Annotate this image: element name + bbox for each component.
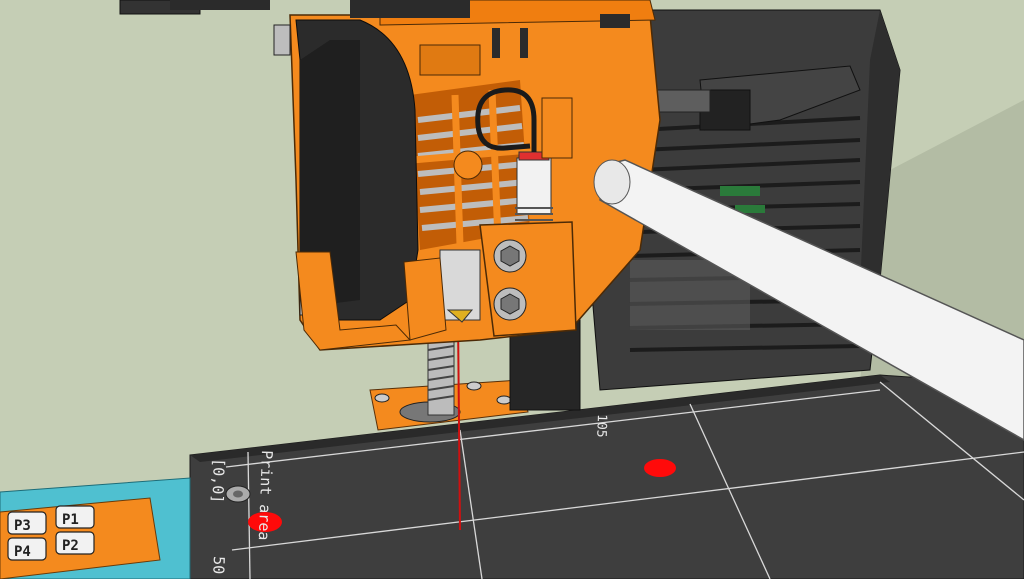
idler-block [479, 221, 577, 337]
3d-printer-extruder-scene: [0,0] Print area 50 105 P3 P1 P4 P2 [0, 0, 1024, 579]
hex-screw-icon [225, 485, 251, 503]
print-bed: [0,0] Print area 50 105 [189, 374, 1024, 579]
x-tick-label: 105 [593, 414, 609, 438]
card-key-p3: P3 [14, 518, 31, 534]
hex-screw-icon [493, 239, 527, 273]
y-tick-label: 50 [209, 556, 228, 575]
card-key-p1: P1 [62, 512, 79, 528]
red-dot-marker-icon [644, 459, 676, 477]
cyan-plate: P3 P1 P4 P2 [0, 477, 191, 579]
print-area-label: Print area [255, 450, 276, 541]
card-key-p2: P2 [62, 538, 79, 554]
hex-screw-icon [493, 287, 527, 321]
card-key-p4: P4 [14, 544, 31, 560]
origin-label: [0,0] [208, 458, 228, 504]
